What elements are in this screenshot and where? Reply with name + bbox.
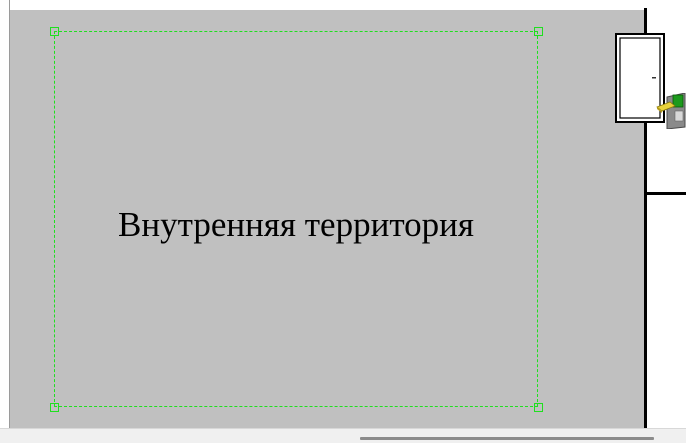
canvas-top-margin: [10, 0, 644, 10]
wall-horizontal: [647, 192, 686, 195]
resize-handle-bottom-right[interactable]: [534, 403, 543, 412]
floor-plan-canvas[interactable]: Внутренняя территория: [0, 0, 686, 443]
resize-handle-top-left[interactable]: [50, 27, 59, 36]
resize-handle-top-right[interactable]: [534, 27, 543, 36]
card-reader-icon[interactable]: [655, 93, 686, 129]
horizontal-scroll-thumb[interactable]: [360, 437, 654, 440]
canvas-left-margin: [0, 0, 10, 428]
horizontal-scrollbar[interactable]: [0, 428, 686, 443]
resize-handle-bottom-left[interactable]: [50, 403, 59, 412]
zone-label: Внутренняя территория: [118, 205, 474, 244]
